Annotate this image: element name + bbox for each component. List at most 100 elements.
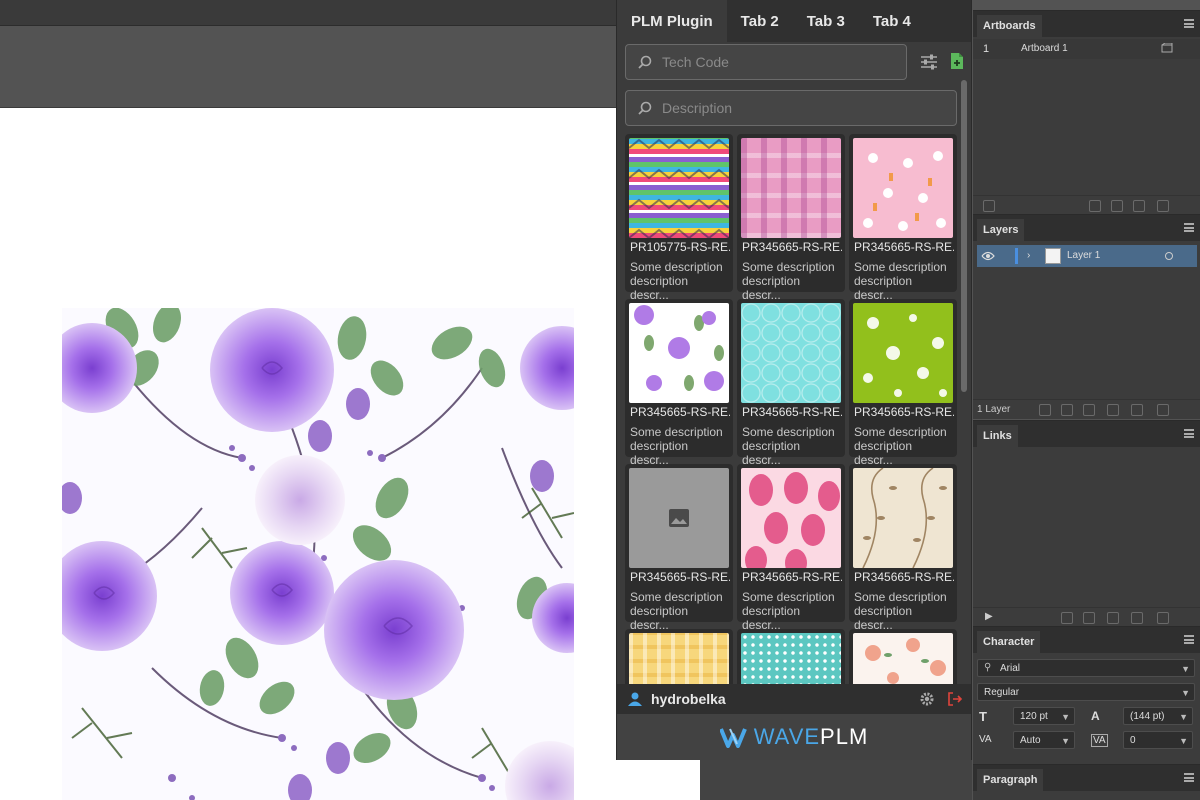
- export-icon[interactable]: [1039, 404, 1051, 416]
- canvas-margin: [616, 760, 700, 800]
- tech-code-label: PR345665-RS-RE...: [742, 570, 842, 584]
- rose-pattern-artwork[interactable]: [62, 308, 574, 800]
- chevron-down-icon: ▼: [1179, 736, 1188, 746]
- panel-menu-icon[interactable]: [1184, 773, 1194, 782]
- delete-icon[interactable]: [1157, 200, 1169, 212]
- pattern-card[interactable]: PR345665-RS-RE... Some description descr…: [737, 464, 845, 632]
- locate-icon[interactable]: [1061, 404, 1073, 416]
- pencil-icon[interactable]: [1157, 612, 1169, 624]
- panel-menu-icon[interactable]: [1184, 19, 1194, 28]
- edit-original-icon[interactable]: [1131, 612, 1143, 624]
- artboard-number: 1: [983, 43, 990, 55]
- clipping-mask-icon[interactable]: [1083, 404, 1095, 416]
- description-label: Some description description descr...: [742, 425, 835, 467]
- artboards-panel-tab[interactable]: Artboards: [977, 15, 1042, 37]
- delete-icon[interactable]: [1157, 404, 1169, 416]
- description-label: Some description description descr...: [630, 260, 723, 302]
- layers-panel-tab[interactable]: Layers: [977, 219, 1025, 241]
- artboard-row[interactable]: 1 Artboard 1: [973, 39, 1200, 59]
- go-to-link-icon[interactable]: [1083, 612, 1095, 624]
- tab-4[interactable]: Tab 4: [859, 0, 925, 42]
- tech-code-label: PR345665-RS-RE...: [742, 405, 842, 419]
- add-document-icon[interactable]: [947, 51, 967, 71]
- pattern-card[interactable]: PR345665-RS-RE... Some description descr…: [625, 464, 733, 632]
- pattern-card[interactable]: PR345665-RS-RE... Some description descr…: [849, 464, 957, 632]
- pattern-thumbnail-plaid-yellow: [629, 633, 729, 684]
- font-size-field[interactable]: 120 pt ▼: [1013, 707, 1075, 725]
- tab-2[interactable]: Tab 2: [727, 0, 793, 42]
- new-layer-icon[interactable]: [1131, 404, 1143, 416]
- new-artboard-icon[interactable]: [1133, 200, 1145, 212]
- layer-thumbnail: [1045, 248, 1061, 264]
- chevron-down-icon: ▼: [1181, 664, 1190, 674]
- tech-code-input[interactable]: [662, 54, 862, 70]
- pattern-card[interactable]: PR105775-RS-RE... Some description descr…: [625, 134, 733, 302]
- rose-pattern-illustration: [62, 308, 574, 800]
- panel-menu-icon[interactable]: [1184, 429, 1194, 438]
- leading-field[interactable]: (144 pt) ▼: [1123, 707, 1193, 725]
- tracking-field[interactable]: 0 ▼: [1123, 731, 1193, 749]
- description-search-box[interactable]: [625, 90, 957, 126]
- layer-row[interactable]: › Layer 1: [977, 245, 1197, 267]
- relink-icon[interactable]: [1061, 612, 1073, 624]
- description-label: Some description description descr...: [630, 590, 723, 632]
- paragraph-panel-tab[interactable]: Paragraph: [977, 769, 1044, 791]
- pattern-card[interactable]: PR345665-RS-RE... Some description descr…: [849, 134, 957, 302]
- font-style-select[interactable]: Regular ▼: [977, 683, 1195, 701]
- tab-3[interactable]: Tab 3: [793, 0, 859, 42]
- document-canvas[interactable]: [0, 108, 700, 800]
- pattern-card[interactable]: [625, 629, 733, 684]
- artboard-name: Artboard 1: [1021, 43, 1068, 54]
- font-size-value: 120 pt: [1020, 710, 1048, 722]
- plugin-user-bar: hydrobelka: [617, 684, 971, 714]
- description-input[interactable]: [662, 100, 862, 116]
- panel-menu-icon[interactable]: [1184, 635, 1194, 644]
- gear-icon[interactable]: [919, 691, 935, 707]
- chevron-down-icon: ▼: [1061, 712, 1070, 722]
- pattern-card[interactable]: [737, 629, 845, 684]
- logout-icon[interactable]: [947, 691, 963, 707]
- kerning-field[interactable]: Auto ▼: [1013, 731, 1075, 749]
- pattern-card[interactable]: PR345665-RS-RE... Some description descr…: [625, 299, 733, 467]
- layer-target-icon[interactable]: [1165, 252, 1173, 260]
- links-panel-tab[interactable]: Links: [977, 425, 1018, 447]
- font-family-select[interactable]: ⚲ Arial ▼: [977, 659, 1195, 677]
- pattern-card[interactable]: PR345665-RS-RE... Some description descr…: [737, 134, 845, 302]
- show-info-arrow-icon[interactable]: ▶: [985, 611, 993, 622]
- tech-code-label: PR345665-RS-RE...: [630, 570, 730, 584]
- layer-color-swatch: [1015, 248, 1018, 264]
- user-icon: [628, 692, 642, 706]
- visibility-eye-icon[interactable]: [981, 251, 995, 261]
- move-down-icon[interactable]: [1111, 200, 1123, 212]
- artboard-options-icon[interactable]: [1161, 43, 1173, 53]
- rearrange-icon[interactable]: [983, 200, 995, 212]
- app-title-bar: [0, 0, 616, 26]
- layers-panel-header: Layers: [973, 215, 1200, 241]
- kerning-icon: VA: [979, 734, 992, 745]
- tech-code-search-box[interactable]: [625, 44, 907, 80]
- font-size-icon: T: [979, 709, 987, 724]
- pattern-thumbnail-plaid-pink: [741, 138, 841, 238]
- description-label: Some description description descr...: [854, 590, 947, 632]
- font-family-value: Arial: [1000, 662, 1021, 674]
- expand-chevron-icon[interactable]: ›: [1027, 250, 1030, 261]
- pattern-card[interactable]: [849, 629, 957, 684]
- new-sublayer-icon[interactable]: [1107, 404, 1119, 416]
- move-up-icon[interactable]: [1089, 200, 1101, 212]
- plm-plugin-panel: PLM Plugin Tab 2 Tab 3 Tab 4 Tech Code D…: [616, 0, 972, 760]
- plugin-scrollbar[interactable]: [961, 80, 967, 392]
- pattern-thumbnail-zigzag: [629, 138, 729, 238]
- links-panel: Links ▶: [973, 420, 1200, 627]
- update-link-icon[interactable]: [1107, 612, 1119, 624]
- pattern-thumbnail-floral-peach: [853, 633, 953, 684]
- tech-code-label: PR345665-RS-RE...: [854, 405, 954, 419]
- pattern-card[interactable]: PR345665-RS-RE... Some description descr…: [849, 299, 957, 467]
- chevron-down-icon: ▼: [1179, 712, 1188, 722]
- pattern-card[interactable]: PR345665-RS-RE... Some description descr…: [737, 299, 845, 467]
- character-panel-tab[interactable]: Character: [977, 631, 1041, 653]
- filter-sliders-icon[interactable]: [919, 52, 939, 72]
- tracking-icon: VA: [1091, 734, 1108, 747]
- panel-menu-icon[interactable]: [1184, 223, 1194, 232]
- description-row: [625, 90, 957, 126]
- tab-plm-plugin[interactable]: PLM Plugin: [617, 0, 727, 42]
